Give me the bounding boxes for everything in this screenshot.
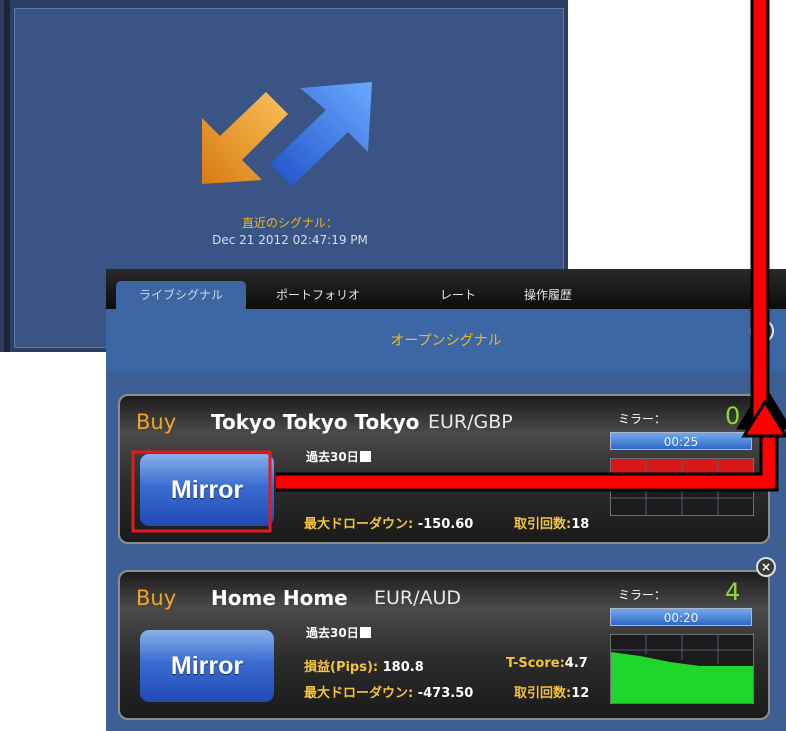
provider-name[interactable]: Home Home	[211, 586, 348, 610]
max-drawdown-value: -150.60	[417, 517, 474, 532]
calendar-icon[interactable]	[359, 627, 371, 638]
pl-label: 損益(Pips):	[304, 660, 379, 675]
panel-edge	[4, 0, 10, 352]
tab-live-signal[interactable]: ライブシグナル	[116, 281, 246, 309]
swap-arrows-icon	[202, 82, 372, 186]
signal-direction: Buy	[136, 586, 177, 610]
max-drawdown-label: 最大ドローダウン:	[304, 517, 414, 532]
period-label-text: 過去30日	[306, 450, 359, 464]
countdown-timer: 00:20	[610, 608, 752, 626]
period-label: 過去30日	[306, 448, 371, 465]
tab-rates[interactable]: レート	[430, 281, 486, 309]
trades-label: 取引回数:	[514, 517, 572, 532]
signal-card: Buy Tokyo Tokyo Tokyo EUR/GBP ミラー： 0 00:…	[118, 394, 770, 544]
trades-value: 18	[571, 517, 590, 532]
currency-pair: EUR/AUD	[374, 587, 462, 609]
tscore-stat: T-Score:4.7	[506, 656, 588, 671]
tab-history[interactable]: 操作履歴	[510, 281, 586, 309]
period-label-text: 過去30日	[306, 626, 359, 640]
mirror-button[interactable]: Mirror	[140, 630, 274, 702]
pl-value: 180.8	[382, 660, 424, 675]
countdown-timer: 00:25	[610, 432, 752, 450]
trades-label: 取引回数:	[514, 686, 572, 701]
calendar-icon[interactable]	[359, 451, 371, 462]
max-drawdown-value: -473.50	[417, 686, 474, 701]
trades-value: 12	[571, 686, 590, 701]
max-drawdown-stat: 最大ドローダウン: -150.60	[304, 513, 473, 532]
tab-bar: ライブシグナル ポートフォリオ レート 操作履歴	[106, 269, 786, 309]
open-signals-title: オープンシグナル	[390, 333, 502, 349]
tscore-value: 4.7	[564, 656, 588, 671]
performance-sparkline	[610, 634, 754, 704]
currency-pair: EUR/GBP	[428, 411, 513, 433]
mirror-count: 4	[725, 578, 741, 606]
close-icon[interactable]: ×	[756, 557, 776, 577]
pl-stat: 損益(Pips): 180.8	[304, 656, 424, 675]
max-drawdown-label: 最大ドローダウン:	[304, 686, 414, 701]
tab-portfolio[interactable]: ポートフォリオ	[264, 281, 372, 309]
signal-widget: ライブシグナル ポートフォリオ レート 操作履歴 オープンシグナル Buy To…	[106, 269, 786, 731]
max-drawdown-stat: 最大ドローダウン: -473.50	[304, 682, 473, 701]
tscore-label: T-Score:	[506, 656, 565, 671]
mirror-count-label: ミラー：	[618, 412, 667, 426]
signal-direction: Buy	[136, 410, 177, 434]
mirror-count: 0	[725, 402, 741, 430]
mirror-count-label: ミラー：	[618, 588, 667, 602]
mirror-button[interactable]: Mirror	[140, 454, 274, 526]
period-label: 過去30日	[306, 624, 371, 641]
recent-signal-label: 直近のシグナル：	[241, 216, 338, 230]
signal-card: Buy Home Home EUR/AUD ミラー： 4 00:20 過去30日…	[118, 570, 770, 720]
recent-signal-time: Dec 21 2012 02:47:19 PM	[212, 233, 368, 247]
performance-sparkline	[610, 458, 754, 516]
trades-stat: 取引回数:12	[514, 682, 589, 701]
provider-name[interactable]: Tokyo Tokyo Tokyo	[211, 410, 419, 434]
trades-stat: 取引回数:18	[514, 513, 589, 532]
header-close-icon[interactable]	[750, 319, 774, 343]
